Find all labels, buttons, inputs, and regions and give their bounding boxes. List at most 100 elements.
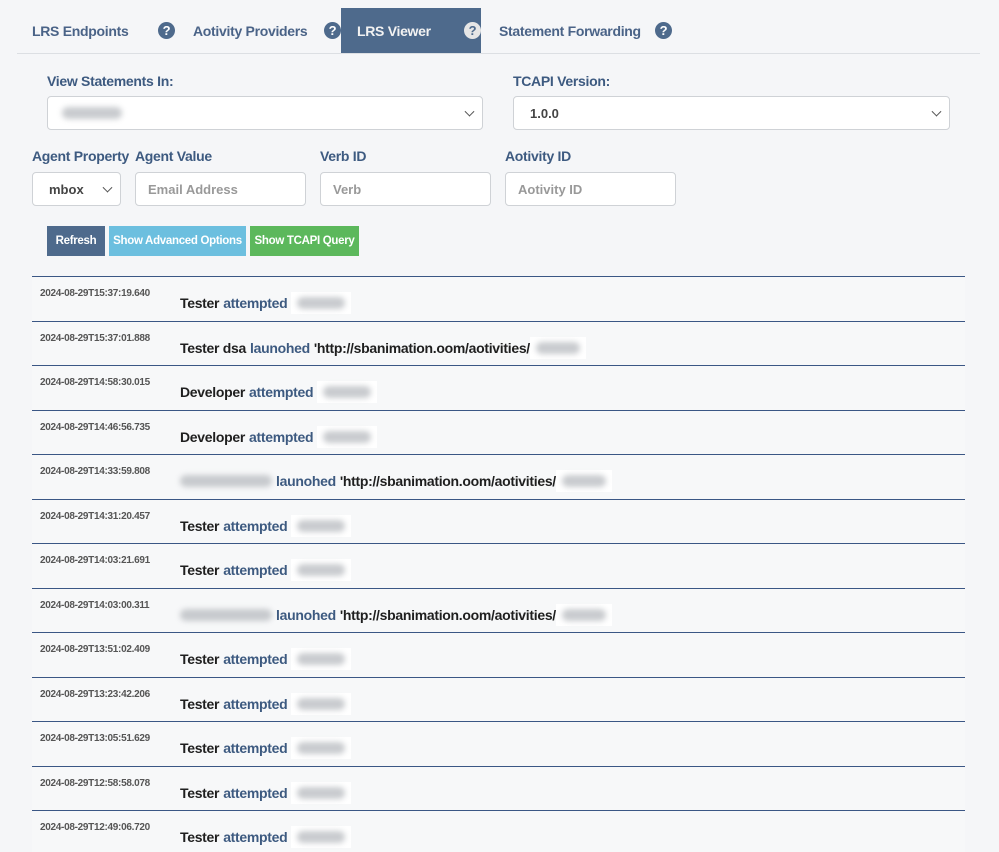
redacted-object [291,737,352,759]
redacted-object [291,648,352,670]
tcapi-version-label: TCAPI Version: [513,73,610,89]
tab-bar: LRS Endpoints ? Aotivity Providers ? LRS… [17,8,980,54]
statement-actor: Tester [180,295,220,311]
agent-property-select[interactable]: mbox [32,172,121,206]
statement-text: Developer attempted [180,381,378,403]
tab-lrs-viewer[interactable]: LRS Viewer ? [341,8,481,53]
redacted-object [317,425,378,448]
blur-mask [561,475,606,487]
statement-row[interactable]: 2024-08-29T14:03:00.311 launohed'http://s… [32,587,965,632]
tab-label: Aotivity Providers [193,22,308,39]
agent-property-label: Agent Property [32,148,129,164]
statement-actor: Tester [180,829,220,845]
statement-verb[interactable]: attempted [223,295,288,311]
redacted-object [291,692,352,715]
verb-id-label: Verb ID [320,148,367,164]
activity-id-input[interactable]: Aotivity ID [505,172,676,206]
agent-value-input[interactable]: Email Address [135,172,306,206]
verb-id-input[interactable]: Verb [320,172,491,206]
statement-timestamp: 2024-08-29T12:58:58.078 [40,777,150,789]
statement-row[interactable]: 2024-08-29T14:31:20.457 Tester attempted [32,498,965,543]
statement-verb[interactable]: attempted [223,740,288,756]
redacted-object [555,470,612,492]
statement-actor: Tester [180,784,220,801]
question-circle-icon[interactable]: ? [655,22,672,39]
blur-mask [297,697,346,710]
tcapi-version-select[interactable]: 1.0.0 [513,96,950,130]
statement-verb[interactable]: attempted [249,384,314,400]
question-circle-icon[interactable]: ? [464,22,481,39]
statement-row[interactable]: 2024-08-29T14:33:59.808 launohed'http://s… [32,454,965,499]
statement-row[interactable]: 2024-08-29T15:37:01.888 Tester dsa launohe… [32,320,965,365]
statement-text: Tester attempted [180,826,352,848]
statement-text: Tester dsa launohed'http://sbanimation.oo… [180,336,586,359]
statement-verb[interactable]: attempted [223,696,288,712]
statement-actor: Tester dsa [180,339,246,356]
activity-id-placeholder: Aotivity ID [518,181,583,197]
redacted-object [317,381,378,403]
statement-actor: Tester [180,562,220,578]
redacted-actor [180,604,272,626]
redacted-object [555,603,612,626]
statement-timestamp: 2024-08-29T15:37:01.888 [40,332,150,344]
statement-row[interactable]: 2024-08-29T12:58:58.078 Tester attempted [32,765,965,810]
show-tcapi-query-button[interactable]: Show TCAPI Query [250,226,359,256]
redacted-value [62,107,122,119]
tab-label: Statement Forwarding [499,22,641,39]
statement-row[interactable]: 2024-08-29T13:51:02.409 Tester attempted [32,632,965,677]
chevron-down-icon [931,106,942,117]
agent-property-value: mbox [49,181,84,197]
statement-verb[interactable]: attempted [223,562,288,578]
agent-value-placeholder: Email Address [148,181,238,197]
tab-activity-providers[interactable]: Aotivity Providers ? [176,8,341,53]
tab-lrs-endpoints[interactable]: LRS Endpoints ? [17,8,176,53]
statement-timestamp: 2024-08-29T14:58:30.015 [40,377,150,388]
statement-row[interactable]: 2024-08-29T15:37:19.640 Tester attempted [32,276,965,321]
statement-timestamp: 2024-08-29T14:03:21.691 [40,555,150,566]
statement-timestamp: 2024-08-29T13:23:42.206 [40,688,150,700]
statement-row[interactable]: 2024-08-29T12:49:06.720 Tester attempted [32,810,965,852]
statement-text: Developer attempted [180,425,378,448]
chevron-down-icon [464,106,475,117]
statement-text: Tester attempted [180,292,352,314]
statement-row[interactable]: 2024-08-29T14:46:56.735 Developer attempte… [32,409,965,454]
statement-row[interactable]: 2024-08-29T13:23:42.206 Tester attempted [32,676,965,721]
statement-actor: Tester [180,695,220,712]
chevron-down-icon [102,182,113,193]
tab-statement-forwarding[interactable]: Statement Forwarding ? [481,8,681,53]
blur-mask [561,608,606,621]
statement-text: Tester attempted [180,514,352,537]
statement-verb[interactable]: launohed [276,473,336,489]
statement-text: Tester attempted [180,781,352,804]
view-statements-select[interactable] [47,96,483,130]
redacted-object [291,559,352,581]
question-circle-icon[interactable]: ? [158,22,175,39]
activity-id-label: Aotivity ID [505,148,571,164]
blur-mask [297,297,346,309]
statement-text: Tester attempted [180,692,352,715]
statement-verb[interactable]: launohed [276,607,336,623]
redacted-object [529,336,586,359]
statement-verb[interactable]: attempted [223,785,288,801]
blur-mask [297,786,346,799]
statement-text: Tester attempted [180,559,352,581]
statement-verb[interactable]: attempted [223,829,288,845]
show-advanced-options-button[interactable]: Show Advanced Options [109,226,246,256]
statement-object: 'http://sbanimation.oom/aotivities/ [313,339,530,356]
tcapi-version-value: 1.0.0 [530,105,559,121]
question-circle-icon[interactable]: ? [324,22,341,39]
statement-row[interactable]: 2024-08-29T14:58:30.015 Developer attempte… [32,365,965,410]
statement-row[interactable]: 2024-08-29T14:03:21.691 Tester attempted [32,543,965,588]
statement-timestamp: 2024-08-29T12:49:06.720 [40,822,150,833]
statement-timestamp: 2024-08-29T14:03:00.311 [40,599,150,611]
statement-verb[interactable]: launohed [250,340,310,356]
statement-verb[interactable]: attempted [249,429,314,445]
statement-verb[interactable]: attempted [223,651,288,667]
blur-mask [323,430,372,443]
statement-verb[interactable]: attempted [223,518,288,534]
statement-timestamp: 2024-08-29T15:37:19.640 [40,288,150,299]
statement-row[interactable]: 2024-08-29T13:05:51.629 Tester attempted [32,721,965,766]
view-statements-label: View Statements In: [47,73,174,89]
blur-mask [297,653,346,665]
refresh-button[interactable]: Refresh [47,226,105,256]
